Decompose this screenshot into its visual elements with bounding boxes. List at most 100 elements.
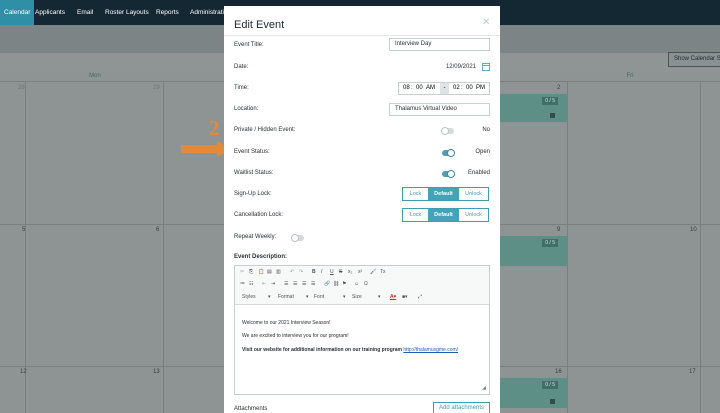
date-value[interactable]: 12/09/2021 [424, 64, 476, 70]
description-line: Visit our website for additional informa… [242, 347, 458, 353]
grid-line [163, 81, 164, 413]
start-hour-field[interactable]: 08 [403, 83, 410, 94]
styles-dropdown[interactable]: Styles [242, 294, 256, 300]
cancellation-lock-option[interactable]: Lock [403, 209, 428, 221]
link-icon[interactable]: 🔗 [324, 281, 330, 288]
bold-icon[interactable]: B [312, 269, 316, 276]
copy-icon[interactable]: ⎘ [249, 269, 253, 276]
event-title-input[interactable]: Interview Day [389, 38, 490, 51]
cut-icon[interactable]: ✂ [240, 269, 244, 276]
description-line: We are excited to interview you for our … [242, 333, 349, 339]
cancellation-default-option[interactable]: Default [428, 209, 459, 221]
start-minute-field[interactable]: 00 [416, 83, 423, 94]
outdent-icon[interactable]: ⇤ [262, 281, 266, 288]
end-hour-field[interactable]: 02 [453, 83, 460, 94]
cancellation-lock-label: Cancellation Lock: [234, 212, 284, 218]
sign-up-unlock-option[interactable]: Unlock [459, 188, 488, 200]
unlink-icon[interactable]: ⛓ [333, 281, 339, 288]
remove-format-icon[interactable]: Tx [380, 269, 386, 276]
superscript-icon[interactable]: x² [358, 269, 362, 276]
nav-calendar[interactable]: Calendar [0, 0, 35, 25]
undo-icon[interactable]: ↶ [290, 269, 294, 276]
anchor-icon[interactable]: ⚑ [342, 281, 346, 288]
subscript-icon[interactable]: x₂ [348, 269, 352, 276]
toggle-knob [447, 170, 455, 178]
sign-up-default-option[interactable]: Default [428, 188, 459, 200]
sign-up-lock-label: Sign-Up Lock: [234, 191, 272, 197]
align-right-icon[interactable]: ☰ [302, 281, 306, 288]
private-hidden-value: No [482, 127, 490, 133]
special-character-icon[interactable]: Ω [364, 281, 368, 288]
location-label: Location: [234, 106, 259, 112]
font-dropdown[interactable]: Font [314, 294, 324, 300]
copy-format-icon[interactable]: 🖌 [370, 269, 376, 276]
paste-text-icon[interactable]: ▤ [267, 269, 272, 276]
toggle-knob [447, 149, 455, 157]
calendar-icon[interactable] [482, 63, 490, 71]
align-center-icon[interactable]: ☰ [293, 281, 297, 288]
edit-event-modal: Edit Event ✕ Event Title: Interview Day … [224, 6, 500, 413]
waitlist-status-value: Enabled [467, 170, 490, 176]
attachments-label: Attachments [234, 406, 268, 412]
event-status-toggle[interactable] [442, 149, 455, 157]
calendar-event[interactable]: 0 / 5 [500, 94, 567, 122]
divider [224, 35, 500, 36]
end-ampm-field[interactable]: PM [476, 83, 485, 94]
end-minute-field[interactable]: 00 [466, 83, 473, 94]
private-hidden-toggle[interactable] [441, 127, 454, 135]
text-color-icon[interactable]: A▾ [390, 294, 396, 300]
italic-icon[interactable]: I [321, 269, 322, 276]
nav-roster-layouts[interactable]: Roster Layouts [105, 0, 149, 25]
paste-word-icon[interactable]: ▥ [276, 269, 281, 276]
resize-handle-icon[interactable]: ◢ [482, 385, 486, 391]
editor-content[interactable]: Welcome to our 2021 Interview Season! We… [235, 306, 489, 394]
toggle-knob [291, 234, 299, 242]
day-number: 6 [156, 227, 160, 233]
editor-toolbar: ✂ ⎘ 📋 ▤ ▥ ↶ ↷ B I U S x₂ x² 🖌 Tx ≔ ☷ ⇤ ⇥… [235, 266, 489, 305]
format-dropdown[interactable]: Format [278, 294, 294, 300]
calendar-event[interactable]: 0 / 5 [500, 236, 567, 266]
nav-email[interactable]: Email [77, 0, 93, 25]
size-dropdown[interactable]: Size [352, 294, 362, 300]
strikethrough-icon[interactable]: S [339, 269, 342, 276]
weekday-header-mon: Mon [89, 73, 101, 79]
rich-text-editor: ✂ ⎘ 📋 ▤ ▥ ↶ ↷ B I U S x₂ x² 🖌 Tx ≔ ☷ ⇤ ⇥… [234, 265, 490, 395]
event-capacity-badge: 0 / 5 [542, 97, 558, 105]
underline-icon[interactable]: U [330, 269, 334, 276]
align-left-icon[interactable]: ☰ [284, 281, 288, 288]
maximize-icon[interactable]: ⤢ [418, 294, 422, 300]
indent-icon[interactable]: ⇥ [271, 281, 275, 288]
waitlist-status-toggle[interactable] [442, 170, 455, 178]
smiley-icon[interactable]: ☺ [354, 281, 359, 288]
styles-chevron-icon: ▾ [268, 294, 271, 300]
nav-reports[interactable]: Reports [156, 0, 179, 25]
toggle-knob [441, 127, 449, 135]
background-color-icon[interactable]: ■▾ [402, 294, 408, 300]
day-number: 5 [22, 227, 26, 233]
event-title-label: Event Title: [234, 42, 264, 48]
calendar-event[interactable]: 0 / 5 [500, 378, 567, 408]
website-link[interactable]: http://thalamusgme.com/ [403, 347, 458, 353]
day-number: 28 [18, 85, 25, 91]
redo-icon[interactable]: ↷ [299, 269, 303, 276]
numbered-list-icon[interactable]: ≔ [240, 281, 245, 288]
format-chevron-icon: ▾ [306, 294, 309, 300]
repeat-weekly-toggle[interactable] [291, 234, 304, 242]
justify-icon[interactable]: ☰ [311, 281, 315, 288]
event-marker [550, 113, 555, 118]
show-calendar-button[interactable]: Show Calendar Sta [668, 52, 720, 67]
nav-applicants[interactable]: Applicants [35, 0, 65, 25]
cancellation-unlock-option[interactable]: Unlock [459, 209, 488, 221]
paste-icon[interactable]: 📋 [258, 269, 264, 276]
day-number: 9 [557, 227, 561, 233]
day-number: 10 [690, 227, 697, 233]
location-input[interactable]: Thalamus Virtual Video [389, 103, 490, 116]
day-number: 17 [689, 369, 696, 375]
modal-title: Edit Event [234, 19, 285, 31]
event-capacity-badge: 0 / 5 [542, 239, 558, 247]
start-ampm-field[interactable]: AM [426, 83, 435, 94]
close-icon[interactable]: ✕ [482, 17, 490, 28]
sign-up-lock-option[interactable]: Lock [403, 188, 428, 200]
add-attachments-button[interactable]: Add attachments [433, 402, 490, 413]
bullet-list-icon[interactable]: ☷ [249, 281, 253, 288]
